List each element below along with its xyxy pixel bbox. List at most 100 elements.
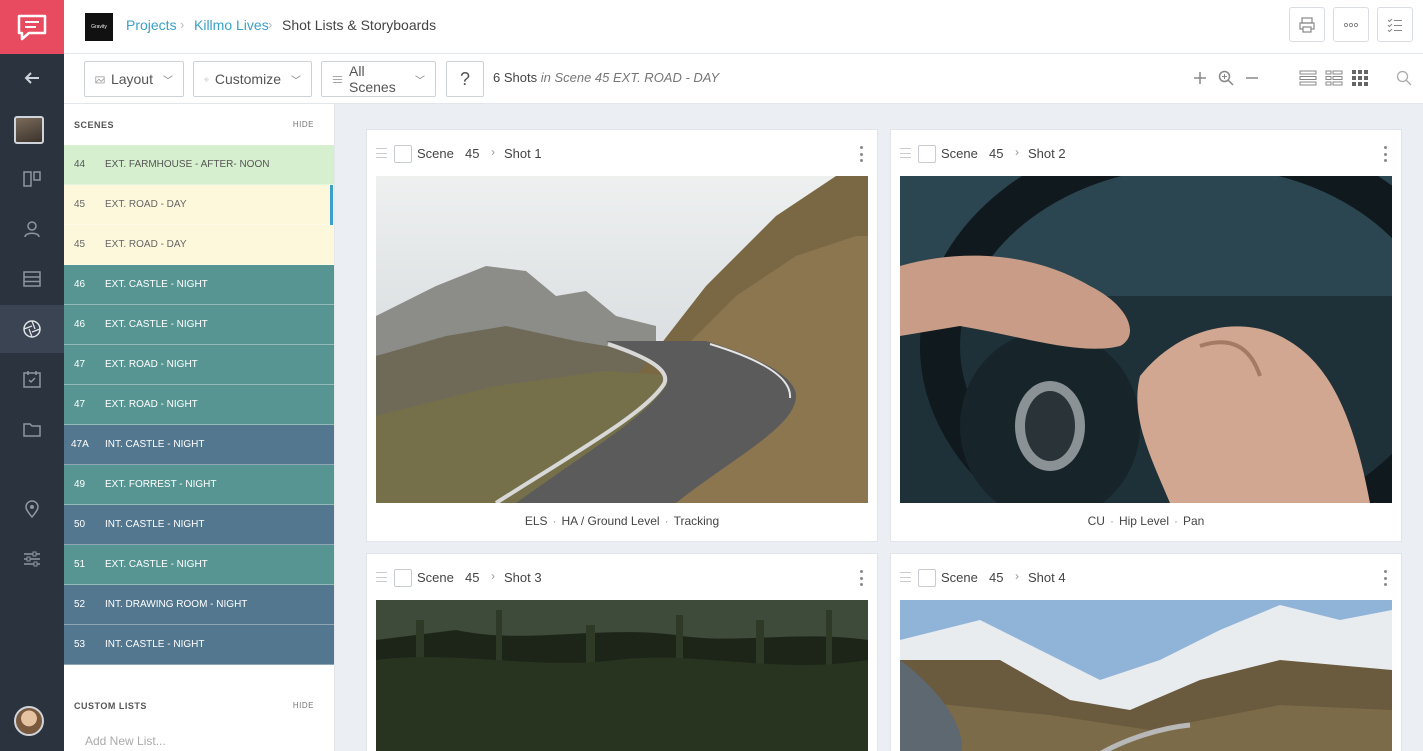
aperture-icon[interactable] — [0, 305, 64, 353]
table-icon[interactable] — [0, 255, 64, 303]
search-icon[interactable] — [1394, 68, 1414, 88]
gear-icon — [204, 76, 209, 82]
project-logo[interactable]: Gravity — [85, 13, 113, 41]
breadcrumb-current: Shot Lists & Storyboards — [282, 17, 437, 33]
breadcrumb-separator: › — [268, 17, 273, 32]
shot-card[interactable]: Scene 45 › Shot 1 ELS · HA / Ground Leve… — [366, 129, 878, 542]
shot-scene-label: Scene — [417, 570, 454, 585]
breadcrumb-projects[interactable]: Projects — [126, 17, 177, 33]
kebab-menu-icon[interactable] — [1383, 570, 1387, 586]
list-view-icon[interactable] — [1298, 68, 1318, 88]
chat-logo-icon[interactable] — [0, 0, 64, 54]
scene-list-item[interactable]: 51 EXT. CASTLE - NIGHT — [64, 545, 334, 585]
shot-image-mountain-road[interactable] — [376, 176, 868, 503]
shot-card-header: Scene 45 › Shot 2 — [891, 130, 1401, 176]
drag-handle-icon[interactable] — [376, 148, 387, 158]
scene-list-item[interactable]: 52 INT. DRAWING ROOM - NIGHT — [64, 585, 334, 625]
shot-checkbox[interactable] — [918, 145, 936, 163]
shot-number: Shot 2 — [1028, 146, 1066, 161]
calendar-icon[interactable] — [0, 355, 64, 403]
layout-label: Layout — [110, 71, 153, 87]
shot-angle: Hip Level — [1118, 514, 1169, 528]
more-button[interactable] — [1333, 7, 1369, 42]
shot-card[interactable]: Scene 45 › Shot 2 CU · Hip Level · Pan — [890, 129, 1402, 542]
scene-number: 45 — [74, 239, 86, 250]
custom-lists-heading: CUSTOM LISTS — [74, 701, 147, 711]
scene-list-item[interactable]: 44 EXT. FARMHOUSE - AFTER- NOON — [64, 145, 334, 185]
toolbar: Layout ﹀ Customize ﹀ All Scenes ﹀ ? 6 Sh… — [64, 54, 1423, 104]
zoom-icon[interactable] — [1216, 68, 1236, 88]
board-icon[interactable] — [0, 155, 64, 203]
project-thumbnail[interactable] — [14, 116, 44, 144]
print-icon — [1299, 16, 1315, 33]
layout-dropdown[interactable]: Layout ﹀ — [84, 61, 184, 97]
customize-dropdown[interactable]: Customize ﹀ — [193, 61, 312, 97]
shot-scene-number: 45 — [465, 570, 480, 585]
scene-list-item[interactable]: 45 EXT. ROAD - DAY — [64, 225, 334, 265]
scenes-panel: SCENES HIDE 44 EXT. FARMHOUSE - AFTER- NO… — [64, 104, 335, 751]
scene-list-item[interactable]: 47 EXT. ROAD - NIGHT — [64, 385, 334, 425]
shot-card-header: Scene 45 › Shot 3 — [367, 554, 877, 600]
scene-list-item[interactable]: 49 EXT. FORREST - NIGHT — [64, 465, 334, 505]
location-pin-icon[interactable] — [0, 485, 64, 533]
print-button[interactable] — [1289, 7, 1325, 42]
shot-image-forest[interactable] — [376, 600, 868, 751]
shot-checkbox[interactable] — [394, 569, 412, 587]
zoom-in-icon[interactable] — [1190, 68, 1210, 88]
shot-scene-label: Scene — [941, 570, 978, 585]
kebab-menu-icon[interactable] — [1383, 146, 1387, 162]
shot-number: Shot 3 — [504, 570, 542, 585]
kebab-menu-icon[interactable] — [859, 146, 863, 162]
medium-grid-icon[interactable] — [1324, 68, 1344, 88]
scene-number: 51 — [74, 559, 86, 570]
more-icon — [1343, 22, 1359, 27]
scene-name: EXT. FARMHOUSE - AFTER- NOON — [105, 159, 270, 170]
user-avatar[interactable] — [14, 706, 44, 736]
shot-count-scope: in Scene 45 EXT. ROAD - DAY — [540, 70, 720, 85]
scene-list-item[interactable]: 46 EXT. CASTLE - NIGHT — [64, 265, 334, 305]
contacts-icon[interactable] — [0, 205, 64, 253]
scene-number: 47 — [74, 359, 86, 370]
shot-image-mountain-valley[interactable] — [900, 600, 1392, 751]
scene-list-item[interactable]: 47 EXT. ROAD - NIGHT — [64, 345, 334, 385]
back-arrow-icon[interactable] — [0, 54, 64, 102]
kebab-menu-icon[interactable] — [859, 570, 863, 586]
shot-scene-label: Scene — [417, 146, 454, 161]
scenes-dropdown[interactable]: All Scenes ﹀ — [321, 61, 436, 97]
scene-name: INT. CASTLE - NIGHT — [105, 639, 205, 650]
shot-scene-number: 45 — [465, 146, 480, 161]
scene-list-item[interactable]: 50 INT. CASTLE - NIGHT — [64, 505, 334, 545]
shot-checkbox[interactable] — [394, 145, 412, 163]
custom-lists-hide-button[interactable]: HIDE — [293, 701, 314, 710]
drag-handle-icon[interactable] — [900, 148, 911, 158]
chevron-right-icon: › — [491, 569, 495, 583]
checklist-button[interactable] — [1377, 7, 1413, 42]
shot-size: CU — [1087, 514, 1105, 528]
shot-movement: Tracking — [673, 514, 720, 528]
scene-name: EXT. FORREST - NIGHT — [105, 479, 217, 490]
drag-handle-icon[interactable] — [376, 572, 387, 582]
scene-list-item[interactable]: 45 EXT. ROAD - DAY — [64, 185, 334, 225]
breadcrumb-project[interactable]: Killmo Lives — [194, 17, 269, 33]
scene-list-item[interactable]: 46 EXT. CASTLE - NIGHT — [64, 305, 334, 345]
scenes-hide-button[interactable]: HIDE — [293, 120, 314, 129]
shot-checkbox[interactable] — [918, 569, 936, 587]
shot-number: Shot 1 — [504, 146, 542, 161]
shot-image-steering-wheel[interactable] — [900, 176, 1392, 503]
scene-number: 46 — [74, 319, 86, 330]
folder-icon[interactable] — [0, 405, 64, 453]
shot-count-number: 6 Shots — [493, 70, 538, 85]
scene-name: INT. DRAWING ROOM - NIGHT — [105, 599, 248, 610]
sliders-icon[interactable] — [0, 535, 64, 583]
shot-card[interactable]: Scene 45 › Shot 3 — [366, 553, 878, 751]
shot-card[interactable]: Scene 45 › Shot 4 — [890, 553, 1402, 751]
zoom-out-icon[interactable] — [1242, 68, 1262, 88]
grid-view-icon[interactable] — [1350, 68, 1370, 88]
drag-handle-icon[interactable] — [900, 572, 911, 582]
scene-list-item[interactable]: 53 INT. CASTLE - NIGHT — [64, 625, 334, 665]
shot-grid: Scene 45 › Shot 1 ELS · HA / Ground Leve… — [335, 104, 1423, 751]
shot-angle: HA / Ground Level — [561, 514, 660, 528]
add-list-input[interactable]: Add New List... — [85, 734, 166, 748]
help-button[interactable]: ? — [446, 61, 484, 97]
scene-list-item[interactable]: 47A INT. CASTLE - NIGHT — [64, 425, 334, 465]
